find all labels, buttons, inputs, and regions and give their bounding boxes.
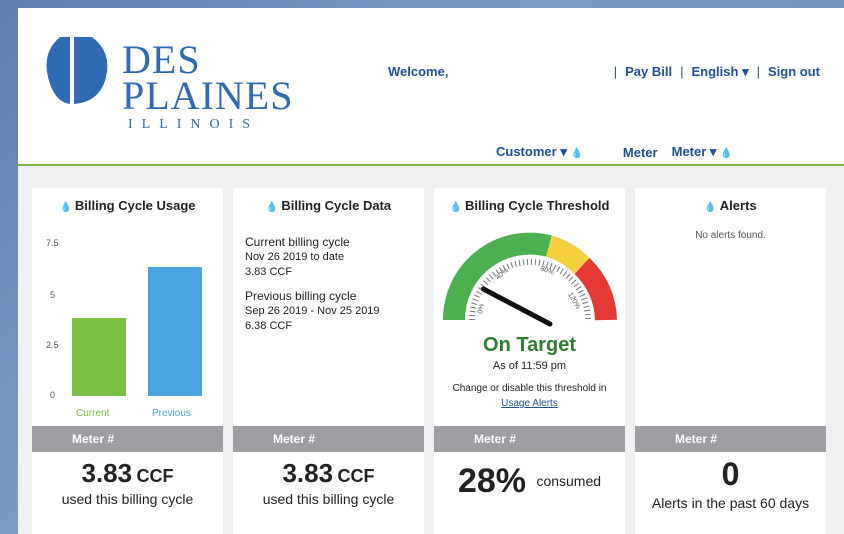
caret-down-icon: ▾ — [742, 64, 749, 79]
water-drop-icon: 💧 — [570, 148, 583, 159]
meter-number-bar: Meter # — [434, 426, 625, 452]
gauge-label-120: 120% — [566, 292, 581, 311]
y-tick-label: 7.5 — [46, 238, 59, 248]
x-label-current: Current — [76, 408, 110, 419]
data-subtext: used this billing cycle — [262, 491, 395, 507]
welcome-text: Welcome, — [388, 64, 449, 79]
top-nav: | Pay Bill | English ▾ | Sign out — [614, 64, 820, 80]
water-drop-icon: 💧 — [449, 202, 462, 213]
bar-current[interactable] — [72, 318, 126, 396]
card-title: 💧 Billing Cycle Data — [233, 198, 424, 213]
y-tick-label: 0 — [50, 390, 56, 400]
logo-wordmark: DES PLAINES ILLINOIS — [122, 40, 293, 132]
sign-out-link[interactable]: Sign out — [768, 64, 820, 80]
bar-previous[interactable] — [148, 266, 202, 396]
current-cycle-value: 3.83 CCF — [245, 266, 293, 279]
des-plaines-logo[interactable]: DES PLAINES ILLINOIS — [40, 26, 292, 132]
water-drop-icon: 💧 — [59, 202, 72, 213]
portal-page: DES PLAINES ILLINOIS Welcome, | Pay Bill… — [18, 8, 844, 534]
threshold-gauge: 0% 40% 80% 120% — [442, 232, 617, 327]
card-title: 💧 Billing Cycle Usage — [32, 198, 223, 213]
customer-label: Customer — [496, 144, 557, 159]
cycle-details: Current billing cycle Nov 26 2019 to dat… — [245, 234, 380, 334]
water-drop-icon: 💧 — [704, 202, 717, 213]
card-title-text: Alerts — [719, 198, 757, 213]
meter-number-bar: Meter # — [233, 426, 424, 452]
nav-separator: | — [680, 64, 684, 79]
water-drop-icon: 💧 — [720, 148, 733, 159]
pay-bill-link[interactable]: Pay Bill — [625, 64, 672, 80]
header: DES PLAINES ILLINOIS Welcome, | Pay Bill… — [18, 8, 844, 132]
card-title-text: Billing Cycle Threshold — [464, 198, 610, 213]
alerts-count: 0 — [721, 456, 740, 492]
meter-number-bar: Meter # — [32, 426, 223, 452]
meter-label: Meter — [622, 144, 658, 160]
current-cycle-range: Nov 26 2019 to date — [245, 251, 345, 264]
usage-summary: 3.83 CCF used this billing cycle — [32, 458, 223, 507]
previous-cycle-heading: Previous billing cycle — [245, 288, 357, 303]
usage-value: 3.83 — [81, 458, 133, 488]
consumed-value: 28% — [457, 462, 526, 500]
y-tick-label: 2.5 — [46, 340, 59, 350]
card-title: 💧 Alerts — [635, 198, 826, 213]
caret-down-icon: ▾ — [709, 144, 717, 159]
customer-dropdown[interactable]: Customer ▾ 💧 — [496, 144, 583, 160]
alerts-card: 💧 Alerts No alerts found. Meter # 0 Alert… — [635, 188, 826, 534]
y-tick-label: 5 — [50, 290, 56, 300]
plot-area — [70, 244, 210, 396]
water-drop-icon: 💧 — [265, 202, 279, 213]
sub-nav-items: Customer ▾ 💧 Meter Meter ▾ 💧 — [496, 144, 733, 160]
logo-mark-icon — [46, 37, 108, 107]
gauge-red-arc — [574, 257, 617, 321]
gauge-yellow-arc — [545, 235, 590, 274]
billing-cycle-data-card: 💧 Billing Cycle Data Current billing cycl… — [233, 188, 424, 534]
current-cycle-heading: Current billing cycle — [245, 235, 350, 249]
gauge-needle — [480, 286, 553, 327]
meter-number-bar: Meter # — [635, 426, 826, 452]
billing-cycle-threshold-card: 💧 Billing Cycle Threshold 0% 40% 80% 120%… — [434, 188, 625, 534]
billing-cycle-usage-card: 💧 Billing Cycle Usage 7.5 5 2.5 0 Current… — [32, 188, 223, 534]
gauge-label-40: 40% — [495, 267, 510, 281]
logo-line-plaines: PLAINES — [122, 73, 294, 118]
threshold-as-of: As of 11:59 pm — [492, 360, 567, 372]
threshold-status: On Target — [483, 334, 576, 356]
data-summary: 3.83 CCF used this billing cycle — [233, 458, 424, 507]
usage-chart: 7.5 5 2.5 0 Current Previous — [32, 228, 223, 424]
card-title-text: Billing Cycle Data — [281, 198, 392, 213]
gauge-green-arc — [442, 232, 552, 321]
meter-dropdown[interactable]: Meter ▾ 💧 — [672, 144, 733, 160]
usage-alerts-link[interactable]: Usage Alerts — [434, 398, 625, 409]
x-label-previous: Previous — [152, 408, 191, 419]
previous-cycle-range: Sep 26 2019 - Nov 25 2019 — [245, 305, 380, 318]
no-alerts-text: No alerts found. — [695, 230, 766, 241]
data-unit: CCF — [337, 466, 375, 486]
dashboard-cards: 💧 Billing Cycle Usage 7.5 5 2.5 0 Current… — [32, 188, 828, 534]
threshold-summary: 28% consumed — [434, 462, 625, 501]
usage-unit: CCF — [136, 466, 174, 486]
gauge-label-80: 80% — [539, 265, 555, 276]
usage-subtext: used this billing cycle — [61, 491, 194, 507]
alerts-summary: 0 Alerts in the past 60 days — [635, 456, 826, 511]
alerts-subtext: Alerts in the past 60 days — [651, 495, 810, 511]
card-title-text: Billing Cycle Usage — [74, 198, 196, 213]
gauge-label-0: 0% — [477, 303, 486, 314]
language-label: English — [691, 64, 739, 79]
card-title: 💧 Billing Cycle Threshold — [434, 198, 625, 213]
sub-nav: Customer ▾ 💧 Meter Meter ▾ 💧 — [18, 128, 844, 166]
nav-separator: | — [613, 64, 618, 79]
caret-down-icon: ▾ — [560, 144, 567, 159]
nav-separator: | — [756, 64, 760, 79]
previous-cycle-value: 6.38 CCF — [245, 319, 293, 332]
consumed-label: consumed — [536, 473, 602, 489]
language-dropdown[interactable]: English ▾ — [692, 64, 749, 80]
meter-dropdown-label: Meter — [671, 144, 707, 159]
threshold-change-text: Change or disable this threshold in — [452, 383, 607, 394]
data-value: 3.83 — [282, 458, 334, 488]
